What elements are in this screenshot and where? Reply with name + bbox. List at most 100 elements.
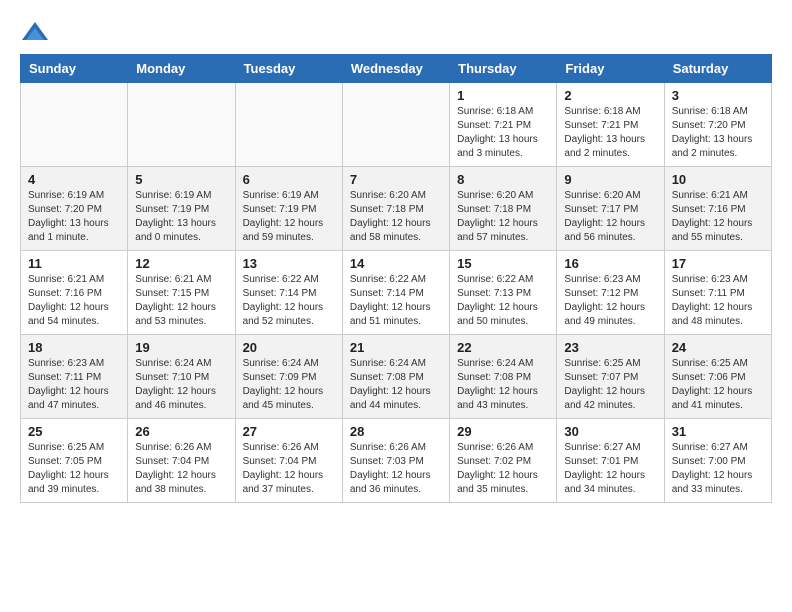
day-cell-11: 11 Sunrise: 6:21 AM Sunset: 7:16 PM Dayli… — [21, 251, 128, 335]
weekday-header-row: SundayMondayTuesdayWednesdayThursdayFrid… — [21, 55, 772, 83]
day-cell-30: 30 Sunrise: 6:27 AM Sunset: 7:01 PM Dayli… — [557, 419, 664, 503]
day-info: Sunrise: 6:18 AM Sunset: 7:21 PM Dayligh… — [457, 105, 549, 161]
day-cell-16: 16 Sunrise: 6:23 AM Sunset: 7:12 PM Dayli… — [557, 251, 664, 335]
day-number: 19 — [135, 340, 227, 355]
empty-cell — [342, 83, 449, 167]
day-cell-21: 21Sunrise: 6:24 AM Sunset: 7:08 PM Dayli… — [342, 335, 449, 419]
day-number: 28 — [350, 424, 442, 439]
day-cell-7: 7 Sunrise: 6:20 AM Sunset: 7:18 PM Daylig… — [342, 167, 449, 251]
day-number: 5 — [135, 172, 227, 187]
day-number: 23 — [564, 340, 656, 355]
day-number: 8 — [457, 172, 549, 187]
day-cell-15: 15 Sunrise: 6:22 AM Sunset: 7:13 PM Dayli… — [450, 251, 557, 335]
day-number: 20 — [243, 340, 335, 355]
day-number: 6 — [243, 172, 335, 187]
day-cell-1: 1 Sunrise: 6:18 AM Sunset: 7:21 PM Daylig… — [450, 83, 557, 167]
day-cell-2: 2 Sunrise: 6:18 AM Sunset: 7:21 PM Daylig… — [557, 83, 664, 167]
day-info: Sunrise: 6:27 AM Sunset: 7:01 PM Dayligh… — [564, 441, 656, 497]
empty-cell — [128, 83, 235, 167]
day-cell-8: 8Sunrise: 6:20 AM Sunset: 7:18 PM Daylig… — [450, 167, 557, 251]
day-cell-27: 27 Sunrise: 6:26 AM Sunset: 7:04 PM Dayli… — [235, 419, 342, 503]
weekday-header-tuesday: Tuesday — [235, 55, 342, 83]
day-number: 27 — [243, 424, 335, 439]
day-number: 14 — [350, 256, 442, 271]
weekday-header-thursday: Thursday — [450, 55, 557, 83]
day-cell-14: 14 Sunrise: 6:22 AM Sunset: 7:14 PM Dayli… — [342, 251, 449, 335]
day-number: 4 — [28, 172, 120, 187]
day-cell-20: 20 Sunrise: 6:24 AM Sunset: 7:09 PM Dayli… — [235, 335, 342, 419]
day-info: Sunrise: 6:27 AM Sunset: 7:00 PM Dayligh… — [672, 441, 764, 497]
day-number: 1 — [457, 88, 549, 103]
day-cell-9: 9Sunrise: 6:20 AM Sunset: 7:17 PM Daylig… — [557, 167, 664, 251]
day-number: 3 — [672, 88, 764, 103]
weekday-header-saturday: Saturday — [664, 55, 771, 83]
day-info: Sunrise: 6:19 AM Sunset: 7:19 PM Dayligh… — [243, 189, 335, 245]
day-cell-18: 18 Sunrise: 6:23 AM Sunset: 7:11 PM Dayli… — [21, 335, 128, 419]
page-header — [20, 20, 772, 44]
logo-icon — [20, 20, 50, 44]
day-info: Sunrise: 6:22 AM Sunset: 7:14 PM Dayligh… — [350, 273, 442, 329]
day-cell-4: 4 Sunrise: 6:19 AM Sunset: 7:20 PM Daylig… — [21, 167, 128, 251]
day-number: 25 — [28, 424, 120, 439]
day-cell-29: 29Sunrise: 6:26 AM Sunset: 7:02 PM Dayli… — [450, 419, 557, 503]
day-info: Sunrise: 6:26 AM Sunset: 7:04 PM Dayligh… — [243, 441, 335, 497]
day-cell-23: 23 Sunrise: 6:25 AM Sunset: 7:07 PM Dayli… — [557, 335, 664, 419]
day-number: 13 — [243, 256, 335, 271]
day-info: Sunrise: 6:23 AM Sunset: 7:11 PM Dayligh… — [672, 273, 764, 329]
day-cell-5: 5 Sunrise: 6:19 AM Sunset: 7:19 PM Daylig… — [128, 167, 235, 251]
day-info: Sunrise: 6:21 AM Sunset: 7:15 PM Dayligh… — [135, 273, 227, 329]
weekday-header-sunday: Sunday — [21, 55, 128, 83]
day-info: Sunrise: 6:20 AM Sunset: 7:17 PM Dayligh… — [564, 189, 656, 245]
day-number: 15 — [457, 256, 549, 271]
day-info: Sunrise: 6:19 AM Sunset: 7:20 PM Dayligh… — [28, 189, 120, 245]
day-cell-3: 3Sunrise: 6:18 AM Sunset: 7:20 PM Daylig… — [664, 83, 771, 167]
day-info: Sunrise: 6:22 AM Sunset: 7:14 PM Dayligh… — [243, 273, 335, 329]
day-number: 26 — [135, 424, 227, 439]
weekday-header-friday: Friday — [557, 55, 664, 83]
empty-cell — [235, 83, 342, 167]
day-info: Sunrise: 6:18 AM Sunset: 7:21 PM Dayligh… — [564, 105, 656, 161]
day-info: Sunrise: 6:25 AM Sunset: 7:06 PM Dayligh… — [672, 357, 764, 413]
day-cell-17: 17 Sunrise: 6:23 AM Sunset: 7:11 PM Dayli… — [664, 251, 771, 335]
week-row-2: 4 Sunrise: 6:19 AM Sunset: 7:20 PM Daylig… — [21, 167, 772, 251]
day-info: Sunrise: 6:24 AM Sunset: 7:09 PM Dayligh… — [243, 357, 335, 413]
day-info: Sunrise: 6:24 AM Sunset: 7:10 PM Dayligh… — [135, 357, 227, 413]
day-number: 7 — [350, 172, 442, 187]
day-cell-22: 22Sunrise: 6:24 AM Sunset: 7:08 PM Dayli… — [450, 335, 557, 419]
week-row-5: 25Sunrise: 6:25 AM Sunset: 7:05 PM Dayli… — [21, 419, 772, 503]
day-info: Sunrise: 6:26 AM Sunset: 7:03 PM Dayligh… — [350, 441, 442, 497]
day-number: 16 — [564, 256, 656, 271]
week-row-3: 11 Sunrise: 6:21 AM Sunset: 7:16 PM Dayli… — [21, 251, 772, 335]
day-info: Sunrise: 6:23 AM Sunset: 7:12 PM Dayligh… — [564, 273, 656, 329]
day-cell-10: 10Sunrise: 6:21 AM Sunset: 7:16 PM Dayli… — [664, 167, 771, 251]
day-info: Sunrise: 6:21 AM Sunset: 7:16 PM Dayligh… — [672, 189, 764, 245]
day-number: 18 — [28, 340, 120, 355]
day-cell-6: 6 Sunrise: 6:19 AM Sunset: 7:19 PM Daylig… — [235, 167, 342, 251]
day-number: 30 — [564, 424, 656, 439]
day-info: Sunrise: 6:21 AM Sunset: 7:16 PM Dayligh… — [28, 273, 120, 329]
day-cell-31: 31 Sunrise: 6:27 AM Sunset: 7:00 PM Dayli… — [664, 419, 771, 503]
day-cell-24: 24Sunrise: 6:25 AM Sunset: 7:06 PM Dayli… — [664, 335, 771, 419]
weekday-header-wednesday: Wednesday — [342, 55, 449, 83]
day-info: Sunrise: 6:20 AM Sunset: 7:18 PM Dayligh… — [350, 189, 442, 245]
day-number: 31 — [672, 424, 764, 439]
day-info: Sunrise: 6:19 AM Sunset: 7:19 PM Dayligh… — [135, 189, 227, 245]
week-row-1: 1 Sunrise: 6:18 AM Sunset: 7:21 PM Daylig… — [21, 83, 772, 167]
day-cell-25: 25Sunrise: 6:25 AM Sunset: 7:05 PM Dayli… — [21, 419, 128, 503]
day-number: 11 — [28, 256, 120, 271]
day-cell-13: 13 Sunrise: 6:22 AM Sunset: 7:14 PM Dayli… — [235, 251, 342, 335]
day-info: Sunrise: 6:22 AM Sunset: 7:13 PM Dayligh… — [457, 273, 549, 329]
day-cell-19: 19 Sunrise: 6:24 AM Sunset: 7:10 PM Dayli… — [128, 335, 235, 419]
calendar: SundayMondayTuesdayWednesdayThursdayFrid… — [20, 54, 772, 503]
weekday-header-monday: Monday — [128, 55, 235, 83]
day-number: 12 — [135, 256, 227, 271]
day-number: 22 — [457, 340, 549, 355]
day-number: 17 — [672, 256, 764, 271]
day-info: Sunrise: 6:25 AM Sunset: 7:07 PM Dayligh… — [564, 357, 656, 413]
empty-cell — [21, 83, 128, 167]
day-info: Sunrise: 6:23 AM Sunset: 7:11 PM Dayligh… — [28, 357, 120, 413]
day-cell-26: 26Sunrise: 6:26 AM Sunset: 7:04 PM Dayli… — [128, 419, 235, 503]
day-number: 2 — [564, 88, 656, 103]
logo — [20, 20, 54, 44]
day-info: Sunrise: 6:26 AM Sunset: 7:02 PM Dayligh… — [457, 441, 549, 497]
